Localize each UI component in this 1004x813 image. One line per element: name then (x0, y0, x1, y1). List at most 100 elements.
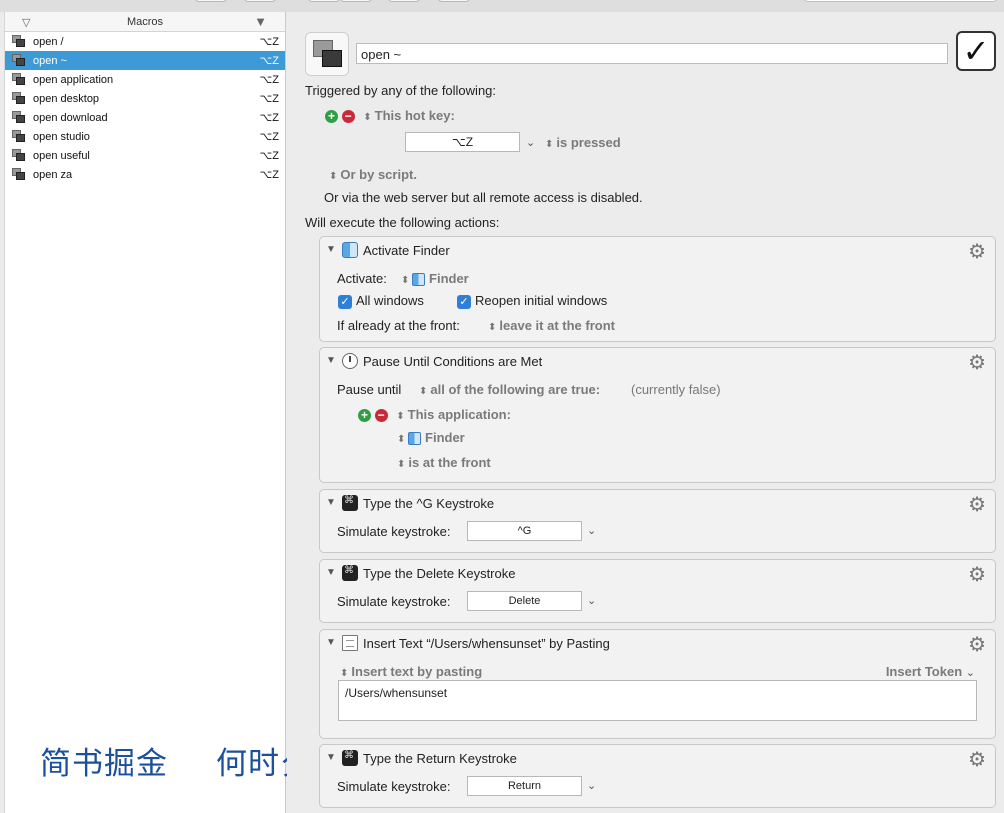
macro-rows: open / ⌥Z open ~ ⌥Z open application ⌥Z open d… (5, 32, 285, 184)
app-label: Finder (429, 271, 469, 286)
action-pause-until: ▼ Pause Until Conditions are Met ⚙ Pause… (319, 347, 996, 483)
enable-checkbox[interactable]: ✓ (956, 31, 996, 71)
app-popup[interactable]: ⬍ Finder (401, 271, 469, 287)
or-by-script-popup[interactable]: ⬍ Or by script. (329, 167, 417, 182)
gear-icon[interactable]: ⚙ (968, 350, 986, 375)
is-pressed-popup[interactable]: ⬍ is pressed (545, 135, 621, 150)
toolbar-button[interactable] (340, 0, 372, 2)
macro-list-item[interactable]: open za ⌥Z (5, 165, 285, 184)
trigger-type-popup[interactable]: This hot key: (375, 108, 455, 123)
macro-item-hotkey: ⌥Z (259, 74, 279, 86)
disclosure-triangle-icon[interactable]: ▼ (326, 497, 336, 508)
gear-icon[interactable]: ⚙ (968, 632, 986, 657)
keystroke-field[interactable]: ^G (467, 521, 582, 541)
document-icon (342, 635, 358, 651)
updown-icon: ⬍ (396, 411, 405, 422)
updown-icon: ⬍ (329, 171, 338, 182)
insert-text-area[interactable]: /Users/whensunset (338, 680, 977, 721)
macro-list: ▽ Macros ▼ open / ⌥Z open ~ ⌥Z open applicat… (4, 12, 286, 813)
macro-icon (12, 149, 26, 162)
macro-list-item[interactable]: open useful ⌥Z (5, 146, 285, 165)
updown-icon: ⬍ (419, 386, 428, 397)
if-front-popup[interactable]: ⬍ leave it at the front (488, 318, 615, 333)
keystroke-menu-chevron-icon[interactable]: ⌄ (587, 777, 596, 792)
condition-popup[interactable]: ⬍ all of the following are true: (419, 382, 600, 397)
add-trigger-icon[interactable]: + (325, 110, 338, 124)
condition-app-label: Finder (425, 430, 465, 445)
keystroke-field[interactable]: Delete (467, 591, 582, 611)
keystroke-menu-chevron-icon[interactable]: ⌄ (587, 522, 596, 537)
macro-list-item[interactable]: open studio ⌥Z (5, 127, 285, 146)
hotkey-menu-chevron-icon[interactable]: ⌄ (526, 134, 535, 149)
macro-name-field[interactable]: open ~ (356, 43, 948, 64)
all-windows-label: All windows (356, 293, 424, 308)
search-field[interactable] (803, 0, 998, 2)
reopen-windows-checkbox[interactable]: ✓ Reopen initial windows (457, 293, 607, 309)
macro-icon (12, 168, 26, 181)
insert-mode-popup[interactable]: ⬍ Insert text by pasting (340, 664, 482, 679)
action-title: Insert Text “/Users/whensunset” by Pasti… (363, 636, 610, 651)
disclosure-triangle-icon[interactable]: ▼ (326, 752, 336, 763)
disclosure-triangle-icon[interactable]: ▼ (326, 567, 336, 578)
toolbar-button[interactable] (195, 0, 227, 2)
action-insert-text: ▼ Insert Text “/Users/whensunset” by Pas… (319, 629, 996, 739)
insert-mode-label: Insert text by pasting (351, 664, 483, 679)
toolbar-button[interactable] (308, 0, 340, 2)
gear-icon[interactable]: ⚙ (968, 239, 986, 264)
finder-icon (408, 432, 422, 446)
disclosure-triangle-icon[interactable]: ▼ (326, 637, 336, 648)
macro-list-item[interactable]: open application ⌥Z (5, 70, 285, 89)
macro-list-item[interactable]: open / ⌥Z (5, 32, 285, 51)
macro-item-name: open useful (33, 149, 90, 162)
macro-icon (12, 73, 26, 86)
action-title: Activate Finder (363, 243, 450, 258)
triggered-by-label: Triggered by any of the following: (305, 83, 497, 98)
or-by-script-label: Or by script. (340, 167, 417, 182)
condition-type-popup[interactable]: This application: (408, 407, 511, 422)
action-activate-finder: ▼ Activate Finder ⚙ Activate: ⬍ Finder ✓… (319, 236, 996, 342)
macro-icon (12, 130, 26, 143)
condition-row: + − ⬍ This application: (358, 407, 511, 423)
macro-list-item[interactable]: open desktop ⌥Z (5, 89, 285, 108)
filter-triangle-icon[interactable]: ▼ (254, 14, 267, 29)
toolbar-button[interactable] (244, 0, 276, 2)
all-windows-checkbox[interactable]: ✓ All windows (338, 293, 424, 309)
gear-icon[interactable]: ⚙ (968, 747, 986, 772)
gear-icon[interactable]: ⚙ (968, 562, 986, 587)
macro-icon (12, 92, 26, 105)
remove-condition-icon[interactable]: − (374, 409, 388, 423)
condition-state-popup[interactable]: ⬍ is at the front (397, 455, 491, 470)
macro-list-title: Macros (126, 16, 164, 28)
toolbar-button[interactable] (438, 0, 470, 2)
keystroke-menu-chevron-icon[interactable]: ⌄ (587, 592, 596, 607)
disclosure-triangle-icon[interactable]: ▼ (326, 244, 336, 255)
macro-item-hotkey: ⌥Z (259, 131, 279, 143)
trigger-row: + − ⬍ This hot key: (325, 108, 455, 124)
watermark-left: 简书掘金 (40, 746, 168, 782)
condition-app-popup[interactable]: ⬍ Finder (397, 430, 465, 446)
macro-icon[interactable] (305, 32, 349, 76)
action-type-delete: ▼ Type the Delete Keystroke ⚙ Simulate k… (319, 559, 996, 623)
updown-icon: ⬍ (401, 275, 410, 286)
toolbar-button[interactable] (388, 0, 420, 2)
gear-icon[interactable]: ⚙ (968, 492, 986, 517)
condition-status: (currently false) (631, 382, 721, 397)
disclosure-triangle-icon[interactable]: ▼ (326, 355, 336, 366)
hotkey-field[interactable]: ⌥Z (405, 132, 520, 152)
add-condition-icon[interactable]: + (358, 409, 371, 423)
macro-editor: open ~ ✓ Triggered by any of the followi… (287, 12, 1004, 813)
remove-trigger-icon[interactable]: − (341, 110, 355, 124)
macro-item-hotkey: ⌥Z (259, 112, 279, 124)
reopen-windows-label: Reopen initial windows (475, 293, 608, 308)
macro-list-item[interactable]: open ~ ⌥Z (5, 51, 285, 70)
action-type-ctrl-g: ▼ Type the ^G Keystroke ⚙ Simulate keyst… (319, 489, 996, 553)
toolbar (0, 0, 1004, 12)
simulate-keystroke-label: Simulate keystroke: (337, 594, 451, 609)
macro-item-hotkey: ⌥Z (259, 150, 279, 162)
keystroke-field[interactable]: Return (467, 776, 582, 796)
macro-item-name: open za (33, 168, 73, 181)
macro-item-name: open ~ (33, 54, 67, 67)
macro-list-item[interactable]: open download ⌥Z (5, 108, 285, 127)
checkbox-check-icon: ✓ (338, 294, 352, 309)
insert-token-menu[interactable]: Insert Token ⌄ (886, 664, 975, 679)
